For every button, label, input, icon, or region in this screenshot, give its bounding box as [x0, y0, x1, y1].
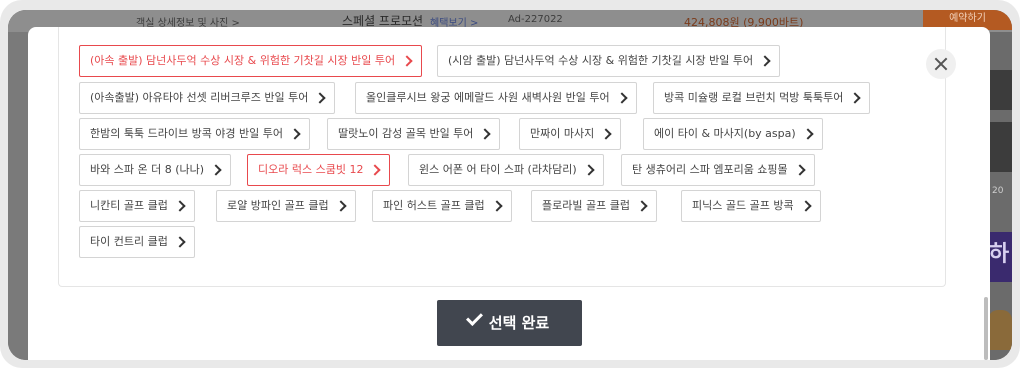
bg-banner-image	[988, 310, 1012, 350]
bg-thumbnail	[988, 70, 1012, 110]
chevron-right-icon	[401, 55, 413, 67]
confirm-label: 선택 완료	[488, 314, 550, 332]
chevron-right-icon	[174, 200, 186, 212]
chevron-right-icon	[802, 128, 814, 140]
option-label: 디오라 럭스 스쿰빗 12	[258, 163, 364, 176]
option-chip[interactable]: 파인 허스트 골프 클럽	[372, 190, 512, 222]
bg-thumbnail	[988, 122, 1012, 172]
chevron-right-icon	[600, 128, 612, 140]
option-label: 타이 컨트리 클럽	[90, 235, 168, 248]
option-label: 방콕 미슐랭 로컬 브런치 먹방 툭툭투어	[664, 91, 844, 104]
check-icon	[465, 309, 483, 326]
chevron-right-icon	[210, 164, 222, 176]
option-label: 만짜이 마사지	[530, 127, 595, 140]
bg-number: 20	[992, 186, 1004, 196]
option-chip[interactable]: 한밤의 툭툭 드라이브 방콕 야경 반일 투어	[79, 118, 311, 150]
chevron-right-icon	[479, 128, 492, 140]
option-label: 파인 허스트 골프 클럽	[383, 199, 485, 212]
device-frame: 객실 상세정보 및 사진 > 스페셜 프로모션 혜택보기 > Ad-227022…	[0, 0, 1020, 368]
option-label: (시암 출발) 담넌사두억 수상 시장 & 위험한 기찻길 시장 반일 투어	[448, 54, 754, 67]
option-chip[interactable]: (아속출발) 아유타야 선셋 리버크루즈 반일 투어	[79, 82, 336, 114]
option-label: 니칸티 골프 클럽	[90, 199, 168, 212]
option-chip[interactable]: 디오라 럭스 스쿰빗 12	[247, 154, 391, 186]
option-chip[interactable]: 윈스 어폰 어 타이 스파 (라차담리)	[408, 154, 604, 186]
option-label: 바와 스파 온 더 8 (나나)	[90, 163, 205, 176]
option-chip[interactable]: 타이 컨트리 클럽	[79, 226, 195, 258]
option-chip[interactable]: 올인클루시브 왕궁 에메랄드 사원 새벽사원 반일 투어	[355, 82, 637, 114]
option-chip[interactable]: 플로라빌 골프 클럽	[531, 190, 657, 222]
chevron-right-icon	[615, 92, 628, 104]
option-label: 피닉스 골드 골프 방콕	[692, 199, 794, 212]
chevron-right-icon	[490, 200, 503, 212]
option-label: 윈스 어폰 어 타이 스파 (라차담리)	[419, 163, 577, 176]
option-label: 플로라빌 골프 클럽	[542, 199, 630, 212]
option-label: 로얄 방파인 골프 클럽	[227, 199, 329, 212]
option-chip[interactable]: 방콕 미슐랭 로컬 브런치 먹방 툭툭투어	[653, 82, 871, 114]
option-chip[interactable]: 에이 타이 & 마사지(by aspa)	[643, 118, 823, 150]
option-chip[interactable]: (시암 출발) 담넌사두억 수상 시장 & 위험한 기찻길 시장 반일 투어	[437, 45, 781, 77]
option-chip[interactable]: 니칸티 골프 클럽	[79, 190, 195, 222]
chevron-right-icon	[799, 200, 812, 212]
option-chip[interactable]: 바와 스파 온 더 8 (나나)	[79, 154, 232, 186]
option-label: (아속출발) 아유타야 선셋 리버크루즈 반일 투어	[90, 91, 309, 104]
chevron-right-icon	[636, 200, 648, 212]
confirm-selection-button[interactable]: 선택 완료	[437, 300, 582, 346]
option-chip[interactable]: 피닉스 골드 골프 방콕	[681, 190, 821, 222]
chevron-right-icon	[289, 128, 301, 140]
option-select-modal: (아속 출발) 담넌사두억 수상 시장 & 위험한 기찻길 시장 반일 투어 (…	[28, 27, 990, 360]
option-chip[interactable]: (아속 출발) 담넌사두억 수상 시장 & 위험한 기찻길 시장 반일 투어	[79, 45, 423, 77]
option-label: 한밤의 툭툭 드라이브 방콕 야경 반일 투어	[90, 127, 284, 140]
option-label: 에이 타이 & 마사지(by aspa)	[654, 127, 796, 140]
option-chip[interactable]: 딸랏노이 감성 골목 반일 투어	[327, 118, 501, 150]
option-chip[interactable]: 만짜이 마사지	[519, 118, 622, 150]
option-label: 딸랏노이 감성 골목 반일 투어	[338, 127, 474, 140]
chevron-right-icon	[849, 92, 862, 104]
option-label: 올인클루시브 왕궁 에메랄드 사원 새벽사원 반일 투어	[366, 91, 610, 104]
option-label: 탄 생츄어리 스파 엠포리움 쇼핑몰	[632, 163, 788, 176]
option-chip[interactable]: 로얄 방파인 골프 클럽	[216, 190, 356, 222]
chevron-right-icon	[794, 164, 806, 176]
option-label: (아속 출발) 담넌사두억 수상 시장 & 위험한 기찻길 시장 반일 투어	[90, 54, 396, 67]
screen: 객실 상세정보 및 사진 > 스페셜 프로모션 혜택보기 > Ad-227022…	[8, 10, 1012, 360]
chevron-right-icon	[759, 55, 771, 67]
chevron-right-icon	[314, 92, 327, 104]
bg-ad-code: Ad-227022	[508, 14, 563, 25]
options-panel: (아속 출발) 담넌사두억 수상 시장 & 위험한 기찻길 시장 반일 투어 (…	[58, 27, 946, 287]
chevron-right-icon	[174, 236, 186, 248]
modal-scrollbar[interactable]	[984, 297, 988, 360]
chevron-right-icon	[582, 164, 595, 176]
chevron-right-icon	[369, 164, 382, 176]
close-button[interactable]	[926, 49, 956, 79]
chevron-right-icon	[334, 200, 347, 212]
option-chip[interactable]: 탄 생츄어리 스파 엠포리움 쇼핑몰	[621, 154, 815, 186]
